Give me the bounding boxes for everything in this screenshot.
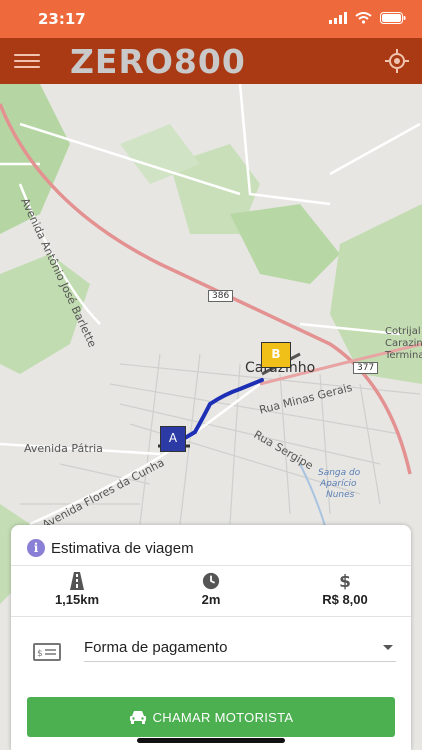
road-shield-377: 377 — [353, 362, 379, 374]
stat-distance: 1,15km — [22, 569, 132, 607]
payment-label: Forma de pagamento — [84, 639, 228, 656]
clock-icon — [202, 572, 220, 590]
divider — [11, 616, 411, 617]
home-indicator — [137, 738, 285, 743]
sheet-title: Estimativa de viagem — [51, 539, 194, 557]
map-label-sanga-2: Aparício — [320, 479, 357, 489]
battery-icon — [380, 12, 406, 24]
call-driver-button[interactable]: CHAMAR MOTORISTA — [27, 697, 395, 737]
map-label-sanga-3: Nunes — [326, 490, 355, 500]
call-driver-label: CHAMAR MOTORISTA — [152, 709, 294, 725]
distance-value: 1,15km — [54, 592, 100, 607]
menu-icon[interactable] — [14, 50, 40, 72]
wifi-icon — [355, 12, 372, 24]
stat-duration: 2m — [156, 569, 266, 607]
divider — [11, 565, 411, 566]
app-logo: ZERO800 — [70, 42, 246, 81]
stat-price: $ R$ 8,00 — [290, 569, 400, 607]
signal-icon — [329, 12, 347, 24]
trip-stats: 1,15km 2m $ R$ 8,00 — [11, 569, 411, 615]
payment-method-select[interactable]: $ Forma de pagamento — [11, 621, 411, 685]
status-time: 23:17 — [38, 10, 86, 28]
road-shield-386: 386 — [208, 290, 234, 302]
status-bar: 23:17 — [0, 0, 422, 38]
svg-text:$: $ — [37, 649, 43, 659]
origin-marker[interactable]: A — [160, 426, 186, 452]
info-icon: i — [27, 539, 45, 557]
map-label-sanga: Sanga do — [318, 468, 361, 478]
svg-text:$: $ — [339, 572, 351, 590]
map-label-cotrijal-2: Carazinho — [385, 338, 422, 349]
caret-down-icon[interactable] — [383, 645, 393, 650]
map-label-avenida-patria: Avenida Pátria — [24, 442, 103, 455]
dollar-icon: $ — [339, 572, 351, 590]
map-label-cotrijal: Cotrijal — [385, 326, 421, 337]
road-icon — [70, 572, 84, 590]
locate-icon[interactable] — [384, 48, 410, 74]
map-label-cotrijal-3: Terminal — [385, 350, 422, 361]
car-icon — [129, 711, 146, 724]
app-bar: ZERO800 — [0, 38, 422, 84]
duration-value: 2m — [201, 592, 221, 607]
price-value: R$ 8,00 — [322, 592, 368, 607]
destination-marker[interactable]: B — [261, 342, 291, 368]
status-icons — [329, 12, 406, 24]
trip-estimate-sheet: i Estimativa de viagem 1,15km 2m $ R$ 8,… — [11, 525, 411, 750]
cash-icon: $ — [33, 643, 61, 661]
sheet-header: i Estimativa de viagem — [27, 539, 194, 557]
payment-underline — [84, 661, 396, 662]
